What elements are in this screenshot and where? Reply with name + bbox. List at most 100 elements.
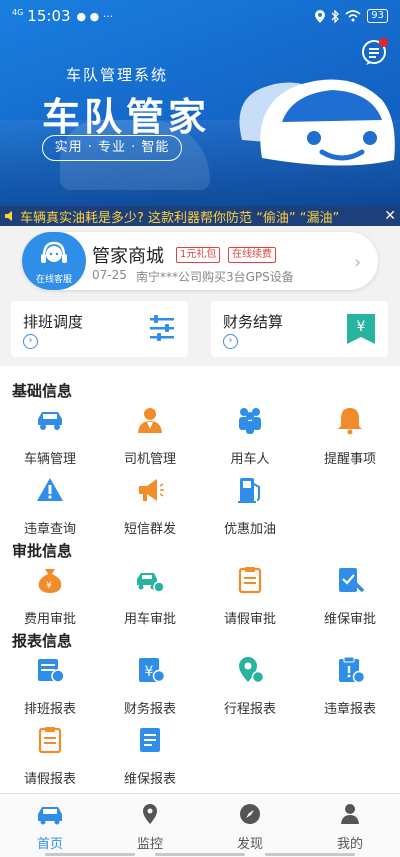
- leave-report-label: 请假报表: [23, 772, 76, 787]
- calendar-chart-icon: [38, 659, 65, 683]
- trip-report-label: 行程报表: [223, 702, 276, 717]
- schedule-card[interactable]: 排班调度 ›: [11, 301, 188, 357]
- notification-icons: ● ● ···: [76, 9, 114, 23]
- nav-indicator: [45, 853, 135, 856]
- car-icon: [38, 412, 62, 430]
- expense-approval[interactable]: ¥ 费用审批: [12, 565, 88, 627]
- maintenance-approval-label: 维保审批: [323, 612, 376, 627]
- violation-report[interactable]: 违章报表: [312, 655, 388, 717]
- network-label: 4G: [12, 8, 24, 17]
- location-icon: [315, 9, 326, 23]
- renew-tag[interactable]: 在线续费: [228, 247, 276, 263]
- nav-indicator: [155, 853, 245, 856]
- driver-management[interactable]: 司机管理: [112, 405, 188, 467]
- trip-report[interactable]: 行程报表: [212, 655, 288, 717]
- headset-icon: [41, 241, 67, 263]
- svg-text:¥: ¥: [46, 581, 52, 591]
- arrow-circle-icon: ›: [23, 334, 38, 349]
- leave-report[interactable]: 请假报表: [12, 725, 88, 787]
- news-ticker[interactable]: 车辆真实油耗是多少? 这款利器帮你防范 “偷油” “漏油” ✕: [0, 206, 400, 226]
- user-icon: [341, 804, 359, 824]
- status-bar: 4G 15:03 ● ● ··· 93: [0, 0, 400, 32]
- schedule-report-label: 排班报表: [23, 702, 76, 717]
- schedule-label: 排班调度: [23, 313, 84, 331]
- mall-title: 管家商城: [92, 246, 164, 267]
- leave-document-icon: [238, 567, 262, 594]
- driver-icon: [138, 408, 162, 433]
- clock: 15:03: [27, 7, 71, 25]
- close-icon[interactable]: ✕: [384, 208, 396, 224]
- car-user-icon: [137, 573, 165, 593]
- compass-icon: [240, 804, 260, 824]
- tab-home[interactable]: 首页: [0, 803, 100, 852]
- arrow-circle-icon: ›: [223, 334, 238, 349]
- money-bag-icon: ¥: [38, 569, 62, 593]
- tab-home-label: 首页: [36, 837, 63, 852]
- ticker-text[interactable]: 车辆真实油耗是多少? 这款利器帮你防范 “偷油” “漏油”: [20, 207, 380, 226]
- car-user[interactable]: 用车人: [212, 405, 288, 467]
- violation-report-label: 违章报表: [323, 702, 376, 717]
- vehicle-management[interactable]: 车辆管理: [12, 405, 88, 467]
- tab-discover[interactable]: 发现: [200, 803, 300, 852]
- tab-profile-label: 我的: [336, 837, 363, 852]
- maintenance-approval[interactable]: 维保审批: [312, 565, 388, 627]
- slogan: 实用 · 专业 · 智能: [42, 135, 182, 161]
- finance-report[interactable]: ¥ 财务报表: [112, 655, 188, 717]
- violation-query-label: 违章查询: [23, 522, 76, 537]
- car-mascot-icon: [239, 79, 395, 166]
- finance-card[interactable]: 财务结算 › ¥: [211, 301, 388, 357]
- speaker-icon: [5, 211, 12, 221]
- warning-icon: [37, 478, 63, 501]
- violation-query[interactable]: 违章查询: [12, 475, 88, 537]
- users-icon: [239, 408, 261, 434]
- tab-monitor[interactable]: 监控: [100, 803, 200, 852]
- megaphone-icon: [139, 479, 164, 501]
- document-list-icon: [140, 728, 160, 752]
- customer-service-button[interactable]: 在线客服: [22, 232, 86, 290]
- maintenance-report[interactable]: 维保报表: [112, 725, 188, 787]
- car-use-approval[interactable]: 用车审批: [112, 565, 188, 627]
- svg-text:¥: ¥: [145, 664, 154, 680]
- tab-discover-label: 发现: [236, 837, 263, 852]
- reminders[interactable]: 提醒事项: [312, 405, 388, 467]
- section-basic-title: 基础信息: [12, 382, 73, 400]
- finance-report-label: 财务报表: [123, 702, 176, 717]
- brand-title: 车队管家: [42, 95, 211, 139]
- svg-text:¥: ¥: [357, 319, 366, 335]
- battery-level: 93: [367, 9, 388, 23]
- yuan-ticket-icon: ¥: [347, 314, 375, 344]
- nav-indicator: [265, 853, 355, 856]
- leave-report-icon: [38, 727, 62, 754]
- chevron-right-icon[interactable]: ›: [354, 252, 361, 273]
- sliders-icon: [150, 315, 174, 341]
- expense-approval-label: 费用审批: [23, 612, 76, 627]
- leave-approval[interactable]: 请假审批: [212, 565, 288, 627]
- location-pin-icon: [143, 804, 157, 824]
- schedule-report[interactable]: 排班报表: [12, 655, 88, 717]
- sms-broadcast-label: 短信群发: [123, 522, 176, 537]
- section-reports-title: 报表信息: [12, 632, 73, 650]
- reminders-label: 提醒事项: [323, 452, 376, 467]
- mall-info: 南宁***公司购买3台GPS设备: [136, 270, 294, 284]
- wifi-icon: [345, 10, 361, 22]
- system-name: 车队管理系统: [66, 66, 169, 84]
- fuel-pump-icon: [238, 478, 260, 503]
- driver-management-label: 司机管理: [123, 452, 176, 467]
- map-pin-icon: [239, 657, 265, 684]
- vehicle-management-label: 车辆管理: [23, 452, 76, 467]
- sms-broadcast[interactable]: 短信群发: [112, 475, 188, 537]
- leave-approval-label: 请假审批: [223, 612, 276, 627]
- unread-badge: [379, 38, 388, 47]
- mall-date: 07-25: [92, 268, 127, 282]
- wrench-clipboard-icon: [339, 568, 365, 593]
- car-use-approval-label: 用车审批: [123, 612, 176, 627]
- gift-tag[interactable]: 1元礼包: [176, 247, 221, 263]
- fuel-discount[interactable]: 优惠加油: [212, 475, 288, 537]
- tab-monitor-label: 监控: [136, 837, 163, 852]
- tab-profile[interactable]: 我的: [300, 803, 400, 852]
- finance-label: 财务结算: [223, 313, 284, 331]
- warning-clipboard-icon: [339, 656, 366, 684]
- bluetooth-icon: [331, 9, 340, 23]
- bell-icon: [338, 408, 362, 435]
- yuan-report-icon: ¥: [139, 658, 166, 683]
